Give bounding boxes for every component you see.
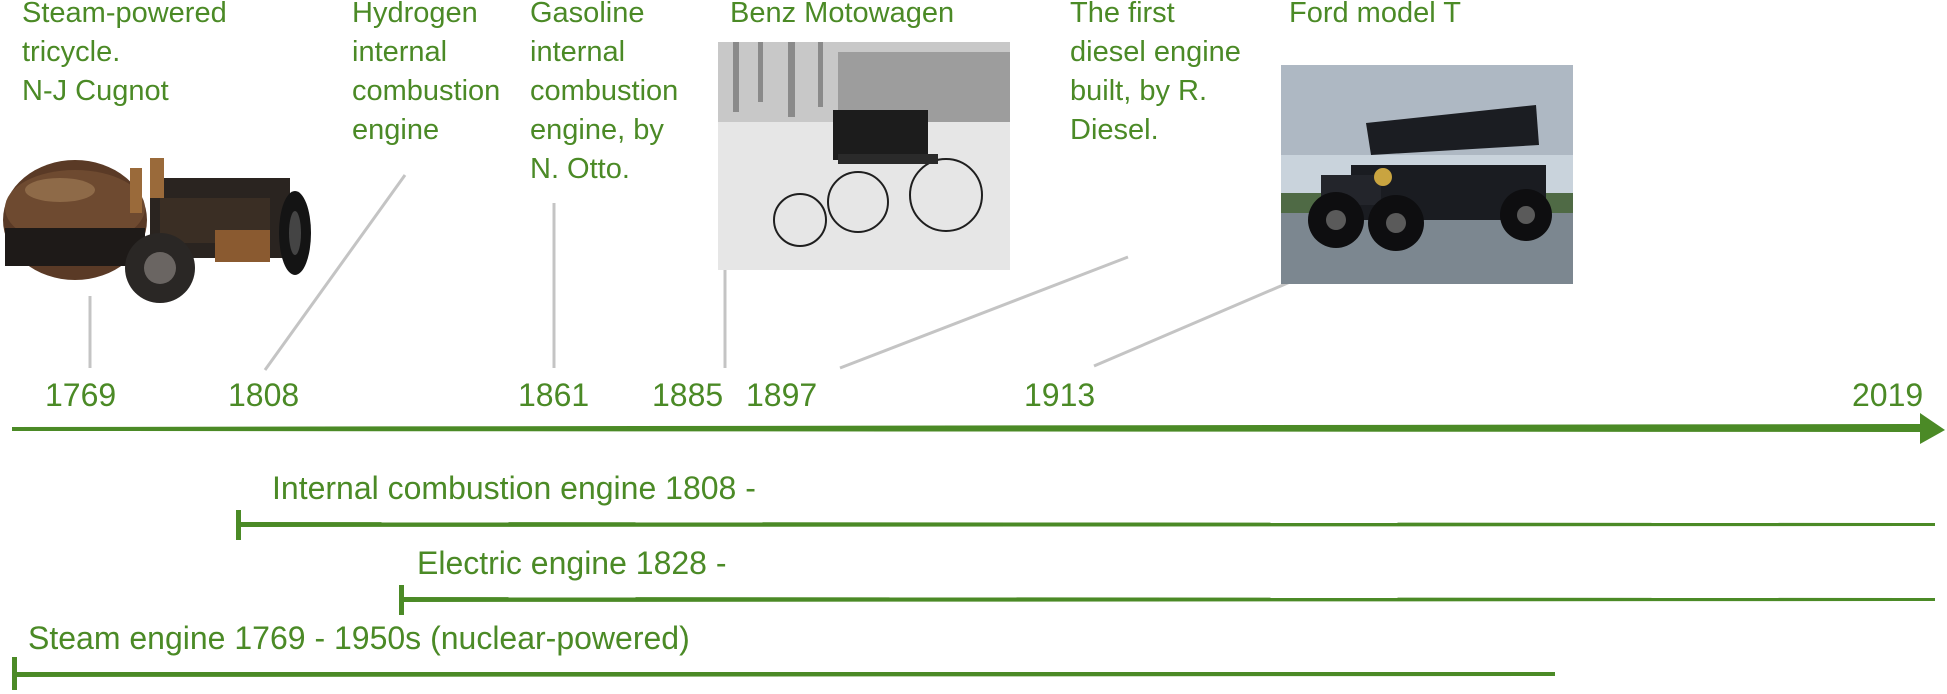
year-1769: 1769	[45, 377, 117, 413]
timeline-axis	[12, 424, 1925, 432]
event-label-cugnot: Steam-powered tricycle. N-J Cugnot	[22, 0, 227, 111]
benz-motorwagen-photo	[718, 42, 1010, 270]
connector-1897	[839, 255, 1129, 370]
range-label-internal-combustion: Internal combustion engine 1808 -	[272, 470, 756, 506]
timeline-arrowhead-icon	[1920, 413, 1945, 444]
connector-1913	[1093, 280, 1291, 368]
year-2019: 2019	[1852, 377, 1924, 413]
cugnot-steam-tricycle-photo	[3, 158, 311, 303]
event-label-hydrogen-engine: Hydrogen internal combustion engine	[352, 0, 500, 150]
event-label-line: Diesel.	[1070, 114, 1159, 146]
range-label-steam: Steam engine 1769 - 1950s (nuclear-power…	[28, 620, 690, 656]
event-label-line: engine	[352, 114, 440, 146]
event-label-line: internal	[530, 36, 626, 68]
range-bar-start-tick	[12, 657, 17, 690]
event-label-line: diesel engine	[1070, 36, 1241, 68]
range-bar-start-tick	[399, 585, 404, 615]
ford-model-t-photo	[1281, 65, 1573, 284]
event-label-line: Ford model T	[1289, 0, 1461, 29]
event-label-line: built, by R.	[1070, 75, 1207, 107]
event-label-diesel: The first diesel engine built, by R. Die…	[1070, 0, 1241, 150]
range-bar-steam	[14, 672, 1555, 677]
range-bar-electric	[402, 597, 1935, 602]
year-1861: 1861	[518, 377, 590, 413]
event-label-line: internal	[352, 36, 448, 68]
event-label-line: Benz Motowagen	[730, 0, 955, 29]
range-bar-internal-combustion	[240, 522, 1935, 527]
event-label-line: The first	[1070, 0, 1175, 29]
event-label-line: combustion	[352, 75, 501, 107]
range-label-electric: Electric engine 1828 -	[417, 545, 727, 581]
event-label-line: N-J Cugnot	[22, 75, 169, 107]
event-label-line: combustion	[530, 75, 679, 107]
year-1913: 1913	[1024, 377, 1096, 413]
event-label-benz: Benz Motowagen	[730, 0, 954, 33]
event-label-line: Steam-powered	[22, 0, 227, 29]
event-label-gasoline-engine: Gasoline internal combustion engine, by …	[530, 0, 678, 189]
event-label-line: Gasoline	[530, 0, 645, 29]
event-label-line: engine, by	[530, 114, 664, 146]
range-bar-start-tick	[236, 510, 241, 540]
event-label-line: N. Otto.	[530, 153, 630, 185]
year-1808: 1808	[228, 377, 300, 413]
year-1885: 1885	[652, 377, 724, 413]
year-1897: 1897	[746, 377, 818, 413]
event-label-line: tricycle.	[22, 36, 121, 68]
event-label-line: Hydrogen	[352, 0, 478, 29]
event-label-ford: Ford model T	[1289, 0, 1461, 33]
